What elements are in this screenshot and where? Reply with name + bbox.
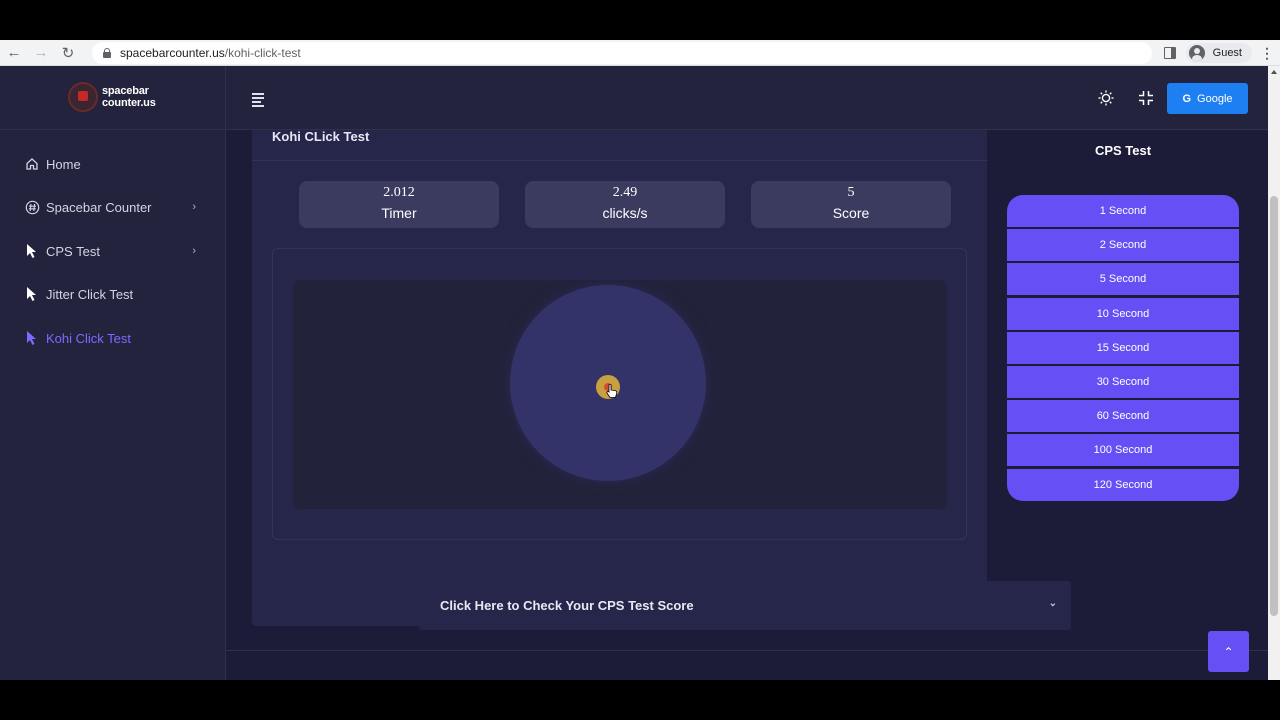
cps-label: clicks/s bbox=[602, 205, 648, 221]
cps-value: 2.49 bbox=[612, 185, 638, 200]
sidebar-item-home[interactable]: Home bbox=[24, 156, 200, 172]
page-scrollbar[interactable] bbox=[1268, 66, 1280, 680]
score-accordion[interactable]: Click Here to Check Your CPS Test Score … bbox=[419, 581, 1071, 630]
clicks-per-second-stat: 2.49 clicks/s bbox=[525, 181, 725, 228]
chevron-up-icon: ⌃ bbox=[1223, 644, 1234, 659]
cps-option-100-second[interactable]: 100 Second bbox=[1007, 434, 1239, 467]
cps-option-15-second[interactable]: 15 Second bbox=[1007, 331, 1239, 364]
sidebar-item-label: CPS Test bbox=[46, 243, 100, 259]
url-host: spacebarcounter.us bbox=[120, 46, 225, 60]
sidebar-divider bbox=[0, 129, 226, 130]
url-path: /kohi-click-test bbox=[224, 46, 301, 60]
cursor-icon bbox=[24, 243, 40, 259]
site-logo[interactable]: spacebar counter.us bbox=[68, 82, 156, 112]
game-frame bbox=[272, 248, 967, 540]
side-panel-icon[interactable] bbox=[1163, 47, 1176, 59]
sidebar-item-cps-test[interactable]: CPS Test › bbox=[24, 243, 200, 259]
hamburger-menu-icon[interactable] bbox=[252, 93, 264, 109]
cps-option-120-second[interactable]: 120 Second bbox=[1007, 468, 1239, 501]
logo-text: spacebar counter.us bbox=[102, 85, 156, 109]
google-button-label: Google bbox=[1197, 92, 1233, 105]
header-bar: G Google bbox=[226, 66, 1268, 130]
home-icon bbox=[24, 156, 40, 172]
sidebar-item-label: Home bbox=[46, 156, 81, 172]
back-to-top-button[interactable]: ⌃ bbox=[1208, 631, 1249, 672]
logo-line-1: spacebar bbox=[102, 85, 149, 97]
sun-icon[interactable] bbox=[1098, 90, 1114, 106]
top-letterbox bbox=[0, 0, 1280, 40]
avatar bbox=[1188, 45, 1205, 61]
card-divider bbox=[252, 160, 987, 161]
score-stat: 5 Score bbox=[751, 181, 951, 228]
sidebar-item-label: Jitter Click Test bbox=[46, 286, 134, 302]
cps-option-2-second[interactable]: 2 Second bbox=[1007, 229, 1239, 262]
cps-option-5-second[interactable]: 5 Second bbox=[1007, 263, 1239, 296]
scroll-thumb[interactable] bbox=[1270, 196, 1278, 616]
profile-button[interactable]: Guest bbox=[1185, 43, 1252, 63]
exit-fullscreen-icon[interactable] bbox=[1138, 90, 1154, 106]
google-icon: G bbox=[1182, 92, 1192, 105]
score-label: Score bbox=[832, 205, 870, 221]
hash-icon bbox=[24, 199, 40, 215]
browser-toolbar: ← → ↻ spacebarcounter.us/kohi-click-test… bbox=[0, 40, 1280, 66]
cps-option-10-second[interactable]: 10 Second bbox=[1007, 297, 1239, 330]
logo-line-2: counter.us bbox=[102, 97, 156, 109]
kohi-test-card: Kohi CLick Test 2.012 Timer 2.49 clicks/… bbox=[252, 130, 987, 626]
cursor-icon bbox=[24, 286, 40, 302]
timer-stat: 2.012 Timer bbox=[299, 181, 499, 228]
sidebar-item-label: Kohi Click Test bbox=[46, 330, 132, 346]
cps-option-30-second[interactable]: 30 Second bbox=[1007, 365, 1239, 398]
reload-icon[interactable]: ↻ bbox=[55, 42, 81, 64]
sidebar: spacebar counter.us Home Spacebar Counte… bbox=[0, 66, 226, 680]
google-button[interactable]: G Google bbox=[1167, 83, 1248, 114]
page-title: Kohi CLick Test bbox=[272, 129, 370, 144]
sidebar-item-kohi-click-test[interactable]: Kohi Click Test bbox=[24, 330, 200, 346]
bottom-letterbox bbox=[0, 680, 1280, 720]
score-value: 5 bbox=[847, 185, 855, 200]
click-area[interactable] bbox=[293, 280, 947, 509]
cps-option-60-second[interactable]: 60 Second bbox=[1007, 400, 1239, 433]
more-menu-icon[interactable]: ⋮ bbox=[1260, 45, 1274, 62]
footer-divider bbox=[226, 650, 1268, 651]
accordion-label: Click Here to Check Your CPS Test Score bbox=[440, 598, 694, 613]
scroll-up-arrow-icon[interactable] bbox=[1271, 70, 1277, 74]
cps-duration-list: 1 Second 2 Second 5 Second 10 Second 15 … bbox=[1007, 195, 1239, 503]
back-arrow-icon[interactable]: ← bbox=[1, 42, 27, 64]
address-bar[interactable]: spacebarcounter.us/kohi-click-test bbox=[92, 42, 1152, 64]
lock-icon bbox=[102, 48, 112, 58]
cursor-icon bbox=[24, 330, 40, 346]
sidebar-item-jitter-click-test[interactable]: Jitter Click Test bbox=[24, 286, 200, 302]
hand-cursor-icon bbox=[606, 383, 618, 398]
forward-arrow-icon[interactable]: → bbox=[28, 42, 54, 64]
logo-mark-icon bbox=[68, 82, 98, 112]
profile-label: Guest bbox=[1212, 47, 1242, 59]
chevron-right-icon: › bbox=[192, 201, 196, 213]
sidebar-item-label: Spacebar Counter bbox=[46, 199, 152, 215]
sidebar-item-spacebar-counter[interactable]: Spacebar Counter › bbox=[24, 199, 200, 215]
chevron-right-icon: › bbox=[192, 245, 196, 257]
cps-option-1-second[interactable]: 1 Second bbox=[1007, 195, 1239, 227]
cps-panel-title: CPS Test bbox=[1094, 143, 1152, 158]
page: spacebar counter.us Home Spacebar Counte… bbox=[0, 66, 1268, 680]
timer-value: 2.012 bbox=[383, 185, 415, 200]
timer-label: Timer bbox=[381, 205, 417, 221]
chevron-down-icon: ⌄ bbox=[1048, 598, 1057, 609]
